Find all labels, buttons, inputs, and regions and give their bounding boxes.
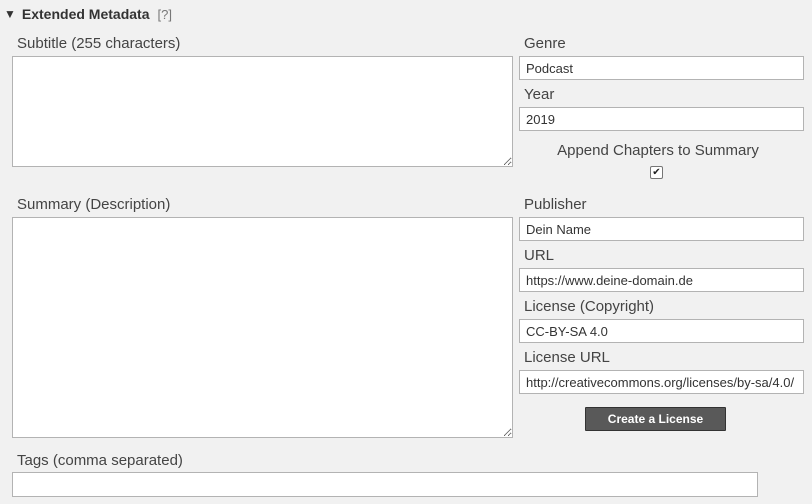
subtitle-label: Subtitle (255 characters): [17, 35, 181, 52]
tags-input[interactable]: [12, 472, 758, 497]
help-link[interactable]: [?]: [157, 7, 171, 22]
publisher-input[interactable]: [519, 217, 804, 241]
publisher-label: Publisher: [524, 196, 587, 213]
summary-textarea[interactable]: [12, 217, 513, 438]
url-label: URL: [524, 247, 555, 264]
license-url-input[interactable]: [519, 370, 804, 394]
genre-input[interactable]: [519, 56, 804, 80]
append-chapters-checkbox[interactable]: ✔: [650, 166, 663, 179]
collapse-triangle-icon[interactable]: ▼: [4, 7, 16, 21]
license-url-label: License URL: [524, 349, 610, 366]
year-label: Year: [524, 86, 555, 103]
genre-label: Genre: [524, 35, 566, 52]
append-chapters-label: Append Chapters to Summary: [557, 142, 759, 159]
section-title: Extended Metadata: [21, 6, 150, 22]
checkmark-icon: ✔: [650, 166, 663, 179]
license-label: License (Copyright): [524, 298, 655, 315]
create-license-button[interactable]: Create a License: [585, 407, 726, 431]
section-header[interactable]: ▼ Extended Metadata [?]: [4, 4, 172, 24]
url-input[interactable]: [519, 268, 804, 292]
subtitle-textarea[interactable]: [12, 56, 513, 167]
tags-label: Tags (comma separated): [17, 452, 183, 469]
license-input[interactable]: [519, 319, 804, 343]
year-input[interactable]: [519, 107, 804, 131]
summary-label: Summary (Description): [17, 196, 171, 213]
